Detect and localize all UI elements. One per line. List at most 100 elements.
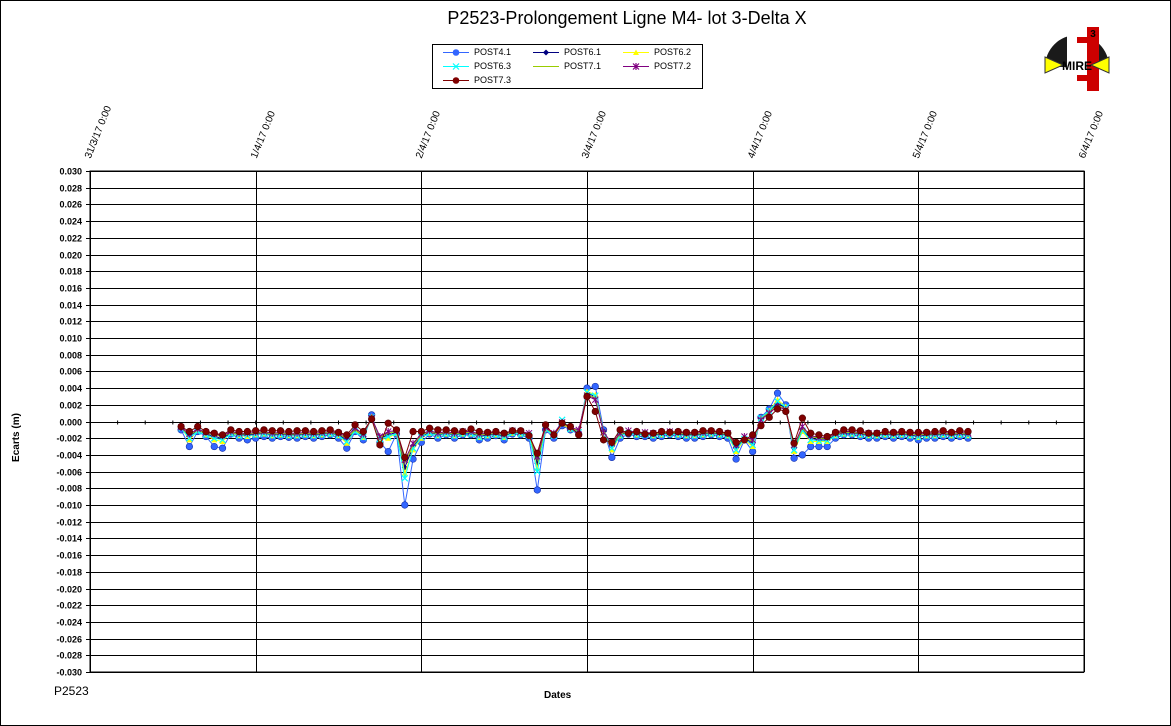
data-point-post7-3 <box>608 438 616 446</box>
data-point-post7-3 <box>807 429 815 437</box>
data-point-post7-3 <box>591 407 599 416</box>
data-point-post7-3 <box>185 427 193 436</box>
data-point-post7-3 <box>773 405 782 413</box>
y-tick-label: 0.006 <box>59 367 82 377</box>
y-tick-label: 0.024 <box>59 217 82 227</box>
data-point-post4-1 <box>798 451 806 459</box>
data-point-post7-3 <box>268 427 276 435</box>
data-point-post7-3 <box>707 427 715 435</box>
y-tick-label: -0.004 <box>56 451 82 461</box>
data-point-post7-3 <box>525 432 533 440</box>
data-point-post7-3 <box>740 436 748 444</box>
data-point-post7-3 <box>409 427 417 436</box>
y-tick-label: 0.028 <box>59 184 82 194</box>
data-point-post7-3 <box>798 414 806 422</box>
data-point-post7-3 <box>517 427 525 435</box>
data-point-post7-3 <box>177 422 185 431</box>
data-point-post7-3 <box>575 431 583 439</box>
data-point-post7-3 <box>881 427 889 436</box>
y-tick-label: 0.016 <box>59 284 82 294</box>
data-point-post7-3 <box>856 427 864 435</box>
data-point-post7-3 <box>194 422 202 431</box>
data-point-post7-3 <box>492 427 500 436</box>
y-tick-label: 0.004 <box>59 384 82 394</box>
data-point-post7-3 <box>715 427 724 436</box>
data-point-post4-1 <box>210 442 218 451</box>
data-point-post7-3 <box>815 431 823 439</box>
data-point-post7-3 <box>276 427 285 435</box>
data-point-post7-3 <box>666 428 674 436</box>
y-tick-label: 0.000 <box>59 418 82 428</box>
data-point-post7-3 <box>599 436 608 444</box>
x-tick-label: 4/4/17 0:00 <box>746 109 775 160</box>
y-tick-label: -0.010 <box>56 501 82 511</box>
data-point-post7-3 <box>732 438 740 446</box>
y-tick-label: 0.008 <box>59 351 82 361</box>
data-point-post7-3 <box>566 422 575 431</box>
data-point-post7-3 <box>351 421 359 429</box>
data-point-post7-3 <box>202 427 210 436</box>
y-tick-label: 0.030 <box>59 167 82 177</box>
data-point-post7-3 <box>641 430 649 438</box>
data-point-post7-3 <box>624 429 633 437</box>
data-point-post4-1 <box>807 442 815 451</box>
data-point-post7-3 <box>475 427 483 436</box>
data-point-post7-3 <box>508 427 517 435</box>
data-point-post4-1 <box>790 454 798 462</box>
data-point-post7-3 <box>392 426 401 434</box>
data-point-post4-1 <box>823 442 831 451</box>
data-point-post7-3 <box>782 407 790 416</box>
data-point-post7-3 <box>426 424 434 432</box>
y-tick-label: -0.022 <box>56 601 82 611</box>
data-point-post7-3 <box>923 428 931 436</box>
data-point-post7-3 <box>831 428 840 436</box>
y-tick-label: -0.008 <box>56 484 82 494</box>
data-point-post4-1 <box>773 389 782 397</box>
data-point-post7-3 <box>368 415 376 423</box>
data-point-post4-1 <box>732 455 740 463</box>
data-point-post7-3 <box>343 431 351 439</box>
data-point-post7-3 <box>450 427 459 435</box>
data-point-post7-3 <box>260 426 268 434</box>
data-point-post7-3 <box>947 428 956 436</box>
data-point-post7-3 <box>865 429 873 437</box>
data-point-post4-1 <box>591 382 599 391</box>
data-point-post7-3 <box>210 429 218 437</box>
y-tick-label: -0.018 <box>56 568 82 578</box>
x-tick-label: 3/4/17 0:00 <box>580 109 609 160</box>
y-tick-label: 0.018 <box>59 267 82 277</box>
data-point-post7-3 <box>691 428 699 436</box>
data-point-post7-3 <box>500 429 508 437</box>
data-point-post7-3 <box>467 425 475 433</box>
data-point-post7-3 <box>633 427 641 436</box>
data-point-post7-3 <box>235 427 243 436</box>
y-tick-label: -0.014 <box>56 534 82 544</box>
data-point-post7-3 <box>243 427 251 436</box>
data-point-post7-3 <box>840 426 848 434</box>
data-point-post7-3 <box>765 413 773 421</box>
data-point-post4-1 <box>608 453 616 462</box>
data-point-post4-1 <box>533 486 541 494</box>
y-tick-label: -0.020 <box>56 585 82 595</box>
data-point-post7-3 <box>823 432 831 441</box>
data-point-post7-3 <box>682 428 691 436</box>
data-point-post7-3 <box>724 429 732 437</box>
data-point-post7-3 <box>898 427 906 436</box>
data-point-post7-3 <box>873 429 881 437</box>
x-tick-label: 31/3/17 0:00 <box>83 104 114 160</box>
data-point-post4-1 <box>749 447 757 456</box>
data-point-post7-3 <box>657 427 666 436</box>
data-point-post7-3 <box>964 427 972 436</box>
data-point-post7-3 <box>558 419 566 427</box>
y-axis-label: Ecarts (m) <box>10 413 22 462</box>
y-tick-label: 0.026 <box>59 200 82 210</box>
data-point-post7-3 <box>434 426 442 434</box>
data-point-post7-3 <box>285 427 293 436</box>
data-point-post7-3 <box>484 428 492 436</box>
data-point-post4-1 <box>218 444 227 452</box>
data-point-post7-3 <box>252 427 260 435</box>
data-point-post7-3 <box>359 427 367 436</box>
data-point-post7-3 <box>790 439 798 447</box>
x-tick-label: 2/4/17 0:00 <box>414 109 443 160</box>
data-point-post4-1 <box>401 501 409 509</box>
